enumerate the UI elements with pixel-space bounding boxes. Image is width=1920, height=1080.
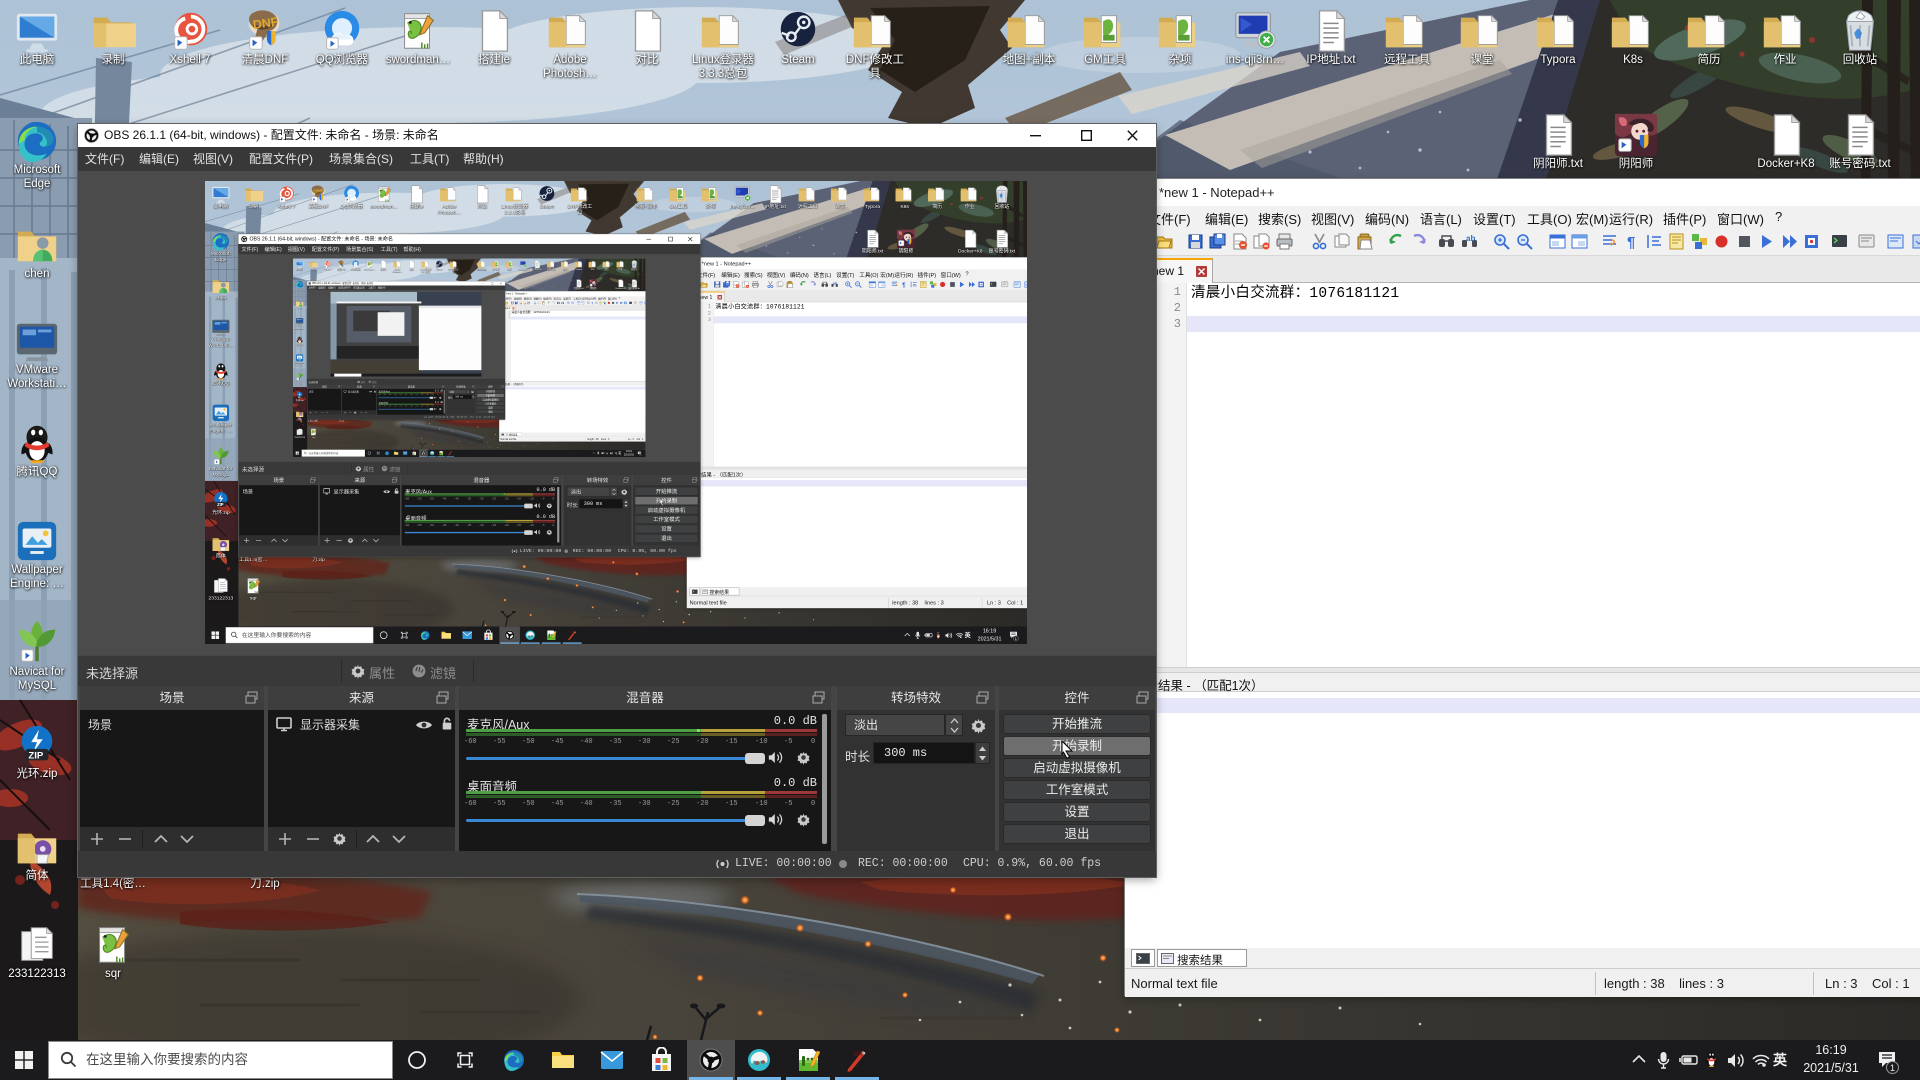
svg-text:ab: ab	[1466, 234, 1475, 243]
svg-text:ab: ab	[562, 302, 564, 304]
svg-text:画笔: 画笔	[853, 1050, 865, 1058]
svg-text:¶: ¶	[592, 301, 594, 304]
svg-text:¶: ¶	[902, 282, 906, 288]
svg-text:画笔: 画笔	[570, 630, 576, 634]
svg-text:¶: ¶	[1627, 234, 1635, 250]
svg-text:ab: ab	[833, 281, 837, 285]
svg-text:画笔: 画笔	[449, 451, 452, 453]
